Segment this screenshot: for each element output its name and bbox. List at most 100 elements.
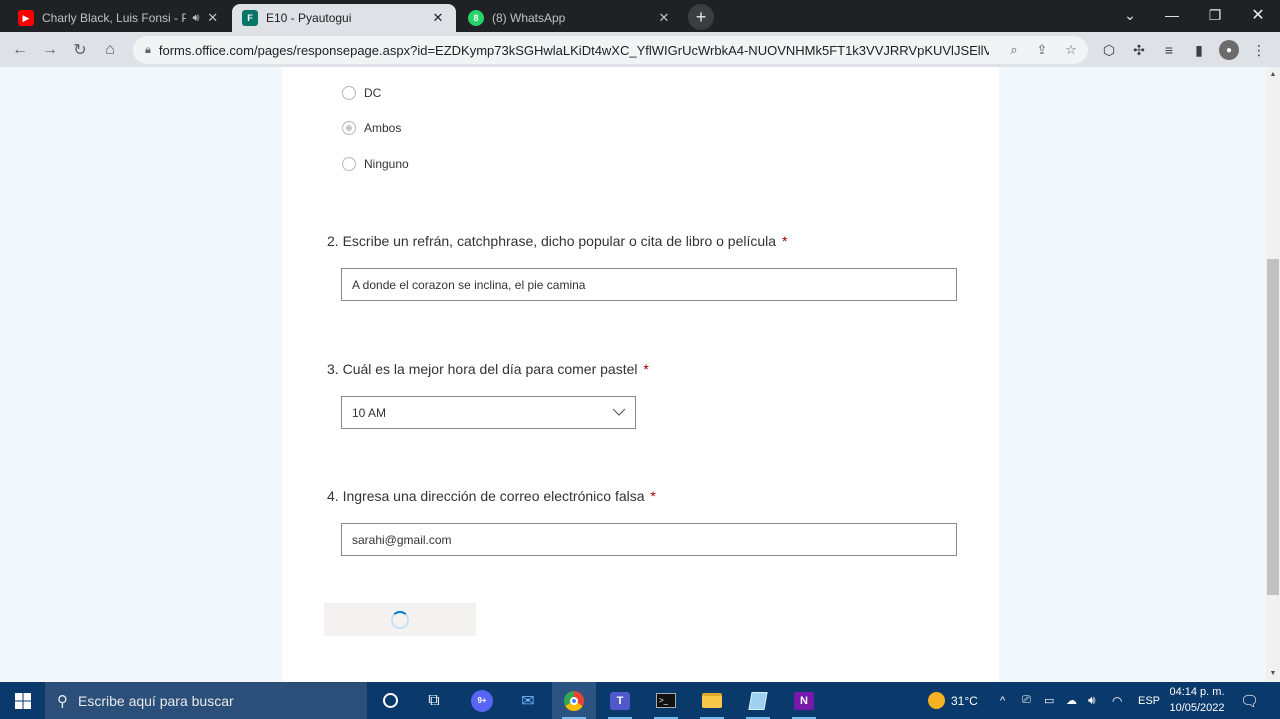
question-3-dropdown[interactable]: 10 AM [341,396,636,429]
radio-button[interactable] [342,86,356,100]
close-icon[interactable]: ✕ [656,10,672,26]
share-icon[interactable]: ⇪ [1033,41,1051,59]
teams-icon[interactable]: T [598,682,642,719]
scrollbar-thumb[interactable] [1267,259,1279,595]
submit-button[interactable] [324,603,476,636]
wifi-icon[interactable]: ◠ [1112,682,1122,719]
form-card: DC Ambos Ninguno 2. Escribe un refrán, c… [282,67,999,682]
browser-tab-strip: ▶ Charly Black, Luis Fonsi - Par 🔊︎ ✕ F … [0,0,1280,32]
clock-time: 04:14 p. m. [1169,686,1225,698]
weather-sun-icon [928,692,945,709]
whatsapp-icon: 8 [468,10,484,26]
loading-spinner-icon [391,610,409,629]
bookmark-star-icon[interactable]: ☆ [1062,41,1080,59]
youtube-icon: ▶ [18,10,34,26]
reload-button[interactable]: ↻ [66,36,94,64]
chevron-down-icon [612,408,626,416]
scroll-up-arrow-icon[interactable]: ▲ [1266,67,1280,81]
weather-temperature: 31°C [951,693,978,708]
page-viewport: DC Ambos Ninguno 2. Escribe un refrán, c… [0,67,1266,682]
search-icon: ⚲ [57,692,68,710]
notification-badge: 9+ [471,689,493,712]
question-text: Cuál es la mejor hora del día para comer… [342,361,638,377]
extensions-puzzle-icon[interactable]: ✣ [1129,40,1149,60]
forward-button[interactable]: → [36,36,64,64]
media-control-icon[interactable]: ≡ [1159,40,1179,60]
extension-cube-icon[interactable]: ⬡ [1099,40,1119,60]
menu-kebab-icon[interactable]: ⋮ [1249,40,1269,60]
language-indicator[interactable]: ESP [1138,682,1160,719]
taskbar-search[interactable]: ⚲ Escribe aquí para buscar [45,682,367,719]
start-button[interactable] [0,682,45,719]
home-button[interactable]: ⌂ [96,36,124,64]
clock-date: 10/05/2022 [1169,702,1225,714]
option-label: Ambos [364,121,402,135]
question-3-title: 3. Cuál es la mejor hora del día para co… [327,361,649,377]
discord-icon[interactable]: 9+ [460,682,504,719]
browser-toolbar: ← → ↻ ⌂ 🔒︎ forms.office.com/pages/respon… [0,32,1280,67]
lock-icon[interactable]: 🔒︎ [145,44,151,57]
close-icon[interactable]: ✕ [430,10,446,26]
profile-avatar[interactable]: ● [1219,40,1239,60]
question-2-title: 2. Escribe un refrán, catchphrase, dicho… [327,233,787,249]
required-marker: * [650,488,656,504]
show-hidden-icons-button[interactable]: ^ [1000,682,1005,719]
option-dc[interactable]: DC [342,86,381,100]
terminal-icon[interactable]: >_ [644,682,688,719]
new-tab-button[interactable]: + [688,4,714,30]
tab-title: (8) WhatsApp [492,11,566,25]
back-button[interactable]: ← [6,36,34,64]
speaker-icon[interactable]: 🔊︎ [192,12,199,25]
required-marker: * [643,361,649,377]
weather-widget[interactable]: 31°C [928,682,978,719]
option-label: DC [364,86,382,100]
minimize-button[interactable]: — [1150,0,1194,30]
taskbar-clock[interactable]: 04:14 p. m. 10/05/2022 [1162,684,1232,716]
zoom-icon[interactable]: ⌕ [1005,41,1023,59]
tab-search-icon[interactable]: ⌄ [1108,0,1152,30]
question-text: Escribe un refrán, catchphrase, dicho po… [342,233,777,249]
tab-title: E10 - Pyautogui [266,11,352,25]
dropdown-selected-value: 10 AM [352,405,387,420]
option-ambos[interactable]: Ambos [342,121,401,135]
task-view-icon[interactable]: ⧉ [412,682,456,719]
tab-whatsapp[interactable]: 8 (8) WhatsApp ✕ [458,4,682,32]
battery-icon[interactable]: ▭ [1044,682,1054,719]
question-4-input[interactable]: sarahi@gmail.com [341,523,957,556]
address-bar[interactable]: 🔒︎ forms.office.com/pages/responsepage.a… [133,36,1088,64]
mail-icon[interactable]: ✉ [506,682,550,719]
meet-now-icon[interactable]: ⎚ [1022,682,1031,719]
volume-icon[interactable]: 🔊︎ [1088,682,1096,719]
search-placeholder: Escribe aquí para buscar [78,692,234,709]
windows-logo-icon [14,692,31,709]
onedrive-icon[interactable]: ☁ [1066,682,1077,719]
required-marker: * [781,233,788,249]
question-number: 2. [327,233,339,249]
notifications-icon[interactable]: 🗨︎ [1240,682,1259,719]
radio-button[interactable] [342,157,356,171]
tab-forms[interactable]: F E10 - Pyautogui ✕ [232,4,456,32]
side-panel-icon[interactable]: ▮ [1189,40,1209,60]
cortana-icon[interactable] [368,682,412,719]
chrome-icon[interactable] [552,682,596,719]
question-number: 4. [327,488,339,504]
close-window-button[interactable]: ✕ [1236,0,1280,30]
page-scrollbar[interactable]: ▲ ▼ [1266,67,1280,682]
url-text: forms.office.com/pages/responsepage.aspx… [158,42,989,58]
radio-button[interactable] [342,121,356,135]
restore-button[interactable]: ❐ [1193,0,1237,30]
scroll-down-arrow-icon[interactable]: ▼ [1266,666,1280,680]
tab-youtube[interactable]: ▶ Charly Black, Luis Fonsi - Par 🔊︎ ✕ [8,4,230,32]
question-number: 3. [327,361,339,377]
question-4-title: 4. Ingresa una dirección de correo elect… [327,488,656,504]
tab-title: Charly Black, Luis Fonsi - Par [42,11,187,25]
close-icon[interactable]: ✕ [205,10,220,26]
question-text: Ingresa una dirección de correo electrón… [342,488,645,504]
option-label: Ninguno [364,157,409,171]
onenote-icon[interactable]: N [782,682,826,719]
option-ninguno[interactable]: Ninguno [342,157,409,171]
forms-icon: F [242,10,258,26]
question-2-input[interactable]: A donde el corazon se inclina, el pie ca… [341,268,957,301]
notepad-icon[interactable] [736,682,780,719]
file-explorer-icon[interactable] [690,682,734,719]
